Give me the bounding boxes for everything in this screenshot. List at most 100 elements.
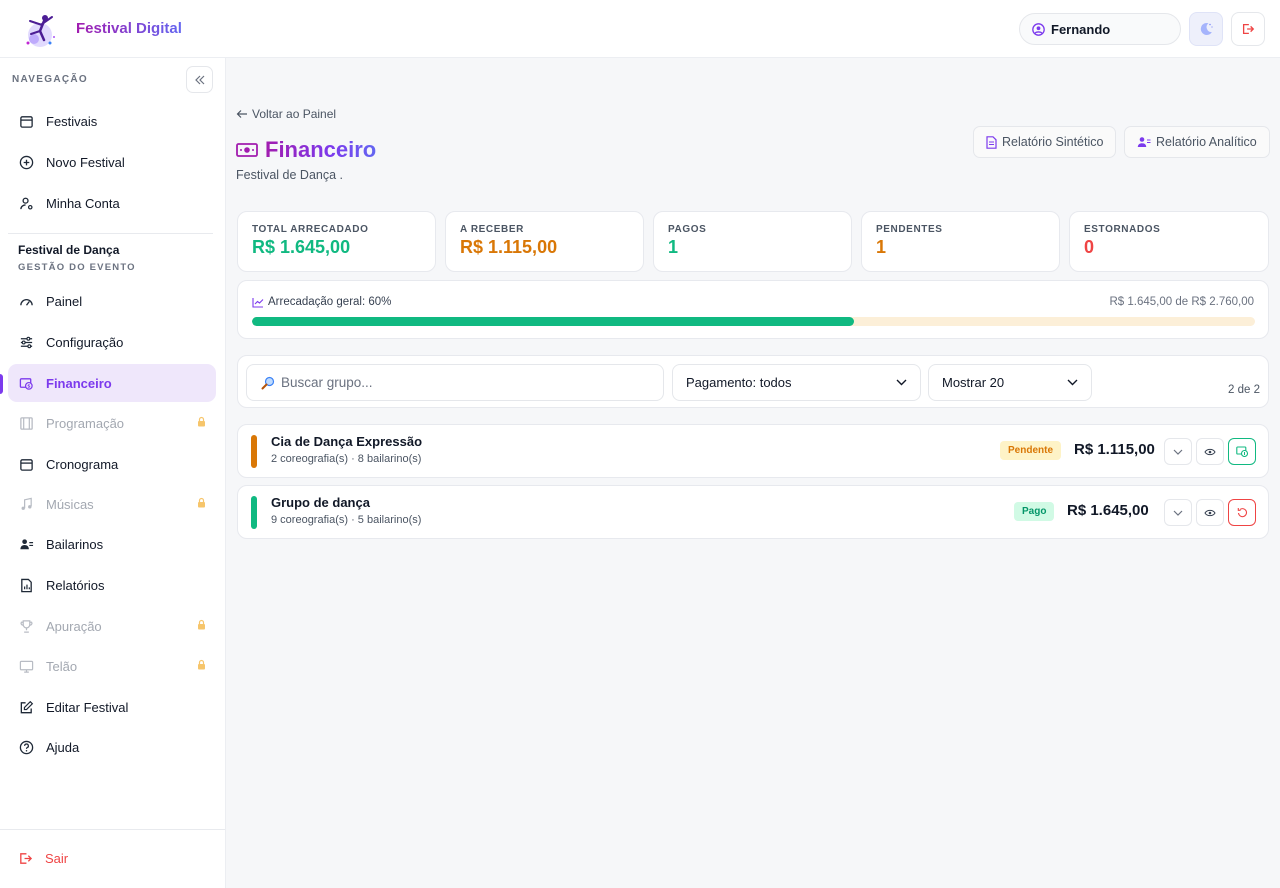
calendar-icon [18, 456, 34, 472]
sidebar-item-configuracao[interactable]: Configuração [8, 323, 216, 361]
music-note-icon [18, 496, 34, 512]
document-icon [986, 135, 997, 149]
theme-toggle-button[interactable] [1189, 12, 1223, 46]
sidebar-item-editar-festival[interactable]: Editar Festival [8, 688, 216, 726]
sidebar-item-ajuda[interactable]: Ajuda [8, 728, 216, 766]
stat-value: 1 [876, 237, 887, 257]
progress-track [252, 317, 1255, 326]
view-button[interactable] [1196, 438, 1224, 465]
arrow-left-icon [236, 109, 248, 119]
sidebar-item-label: Telão [46, 658, 78, 674]
sidebar: NAVEGAÇÃO Festivais Novo Festival Minha … [0, 58, 226, 888]
register-payment-button[interactable] [1228, 438, 1256, 465]
sidebar-item-apuracao[interactable]: Apuração [8, 607, 216, 645]
logout-icon [18, 851, 33, 866]
refund-button[interactable] [1228, 499, 1256, 526]
status-stripe [251, 435, 257, 468]
sidebar-item-label: Bailarinos [46, 536, 104, 552]
sidebar-item-relatorios[interactable]: Relatórios [8, 566, 216, 604]
expand-button[interactable] [1164, 438, 1192, 465]
stat-value: 1 [668, 237, 679, 257]
sidebar-item-musicas[interactable]: Músicas [8, 485, 216, 523]
stat-card-estornados: ESTORNADOS 0 [1069, 211, 1269, 272]
monitor-icon [18, 658, 34, 674]
pagination-count: 2 de 2 [1228, 384, 1260, 396]
stat-value: R$ 1.115,00 [460, 237, 558, 257]
expand-button[interactable] [1164, 499, 1192, 526]
collection-progress-card: Arrecadação geral: 60% R$ 1.645,00 de R$… [237, 280, 1269, 339]
sidebar-item-label: Minha Conta [46, 195, 120, 211]
sidebar-item-label: Relatórios [46, 577, 105, 593]
search-box[interactable] [246, 364, 664, 401]
main-content: Voltar ao Painel Financeiro Festival de … [227, 58, 1280, 888]
gauge-icon [18, 293, 34, 309]
payment-filter-value: Pagamento: todos [686, 375, 792, 390]
user-menu[interactable]: Fernando [1019, 13, 1181, 45]
group-name: Grupo de dança [271, 495, 370, 510]
report-analytic-button[interactable]: Relatório Analítico [1124, 126, 1270, 158]
group-row[interactable]: Grupo de dança 9 coreografia(s) · 5 bail… [237, 485, 1269, 539]
sidebar-item-telao[interactable]: Telão [8, 647, 216, 685]
logout-label: Sair [45, 850, 69, 866]
trophy-icon [18, 618, 34, 634]
sidebar-item-label: Editar Festival [46, 699, 129, 715]
film-icon [18, 415, 34, 431]
sidebar-item-cronograma[interactable]: Cronograma [8, 445, 216, 483]
chevron-down-icon [1067, 379, 1078, 386]
sidebar-item-minha-conta[interactable]: Minha Conta [8, 184, 216, 222]
user-gear-icon [18, 195, 34, 211]
active-indicator [0, 374, 3, 394]
sidebar-item-festivais[interactable]: Festivais [8, 102, 216, 140]
page-title-row: Financeiro [236, 137, 376, 163]
sidebar-item-painel[interactable]: Painel [8, 282, 216, 320]
sidebar-item-programacao[interactable]: Programação [8, 404, 216, 442]
report-synthetic-label: Relatório Sintético [1002, 135, 1104, 149]
payment-filter-select[interactable]: Pagamento: todos [672, 364, 921, 401]
sidebar-divider [8, 233, 213, 234]
users-icon [1137, 136, 1151, 148]
progress-label: Arrecadação geral: 60% [268, 296, 392, 308]
app-name: Festival Digital [76, 20, 182, 37]
group-name: Cia de Dança Expressão [271, 434, 423, 449]
group-meta: 9 coreografia(s) · 5 bailarino(s) [271, 514, 422, 526]
logout-button[interactable]: Sair [8, 839, 216, 877]
moon-icon [1198, 21, 1214, 37]
calendar-icon [18, 113, 34, 129]
group-amount: R$ 1.115,00 [1074, 441, 1155, 458]
sliders-icon [18, 334, 34, 350]
collapse-sidebar-button[interactable] [186, 66, 213, 93]
cash-icon [1235, 446, 1249, 457]
sidebar-item-label: Apuração [46, 618, 102, 634]
sidebar-item-label: Configuração [46, 334, 124, 350]
event-subtitle: GESTÃO DO EVENTO [18, 262, 136, 273]
sidebar-item-financeiro[interactable]: $ Financeiro [8, 364, 216, 402]
back-label: Voltar ao Painel [252, 107, 337, 121]
sidebar-item-novo-festival[interactable]: Novo Festival [8, 143, 216, 181]
trend-up-icon [252, 297, 264, 308]
chevrons-left-icon [194, 74, 206, 86]
progress-fill [252, 317, 854, 326]
top-bar: Festival Digital Fernando [0, 0, 1280, 58]
back-link[interactable]: Voltar ao Painel [236, 107, 336, 121]
brand[interactable]: Festival Digital [18, 7, 182, 51]
view-button[interactable] [1196, 499, 1224, 526]
progress-label-row: Arrecadação geral: 60% [252, 296, 391, 308]
logout-icon [1241, 22, 1255, 36]
sidebar-divider [0, 829, 225, 830]
search-input[interactable] [281, 375, 651, 390]
nav-heading: NAVEGAÇÃO [12, 74, 88, 85]
lock-icon [197, 497, 206, 508]
group-row[interactable]: Cia de Dança Expressão 2 coreografia(s) … [237, 424, 1269, 478]
sidebar-item-label: Programação [46, 415, 125, 431]
page-size-select[interactable]: Mostrar 20 [928, 364, 1092, 401]
logout-top-button[interactable] [1231, 12, 1265, 46]
sidebar-item-label: Músicas [46, 496, 94, 512]
sidebar-item-bailarinos[interactable]: Bailarinos [8, 525, 216, 563]
stat-card-a-receber: A RECEBER R$ 1.115,00 [445, 211, 644, 272]
report-synthetic-button[interactable]: Relatório Sintético [973, 126, 1117, 158]
report-icon [18, 577, 34, 593]
chevron-down-icon [896, 379, 907, 386]
stat-label: PENDENTES [876, 224, 943, 235]
stat-label: A RECEBER [460, 224, 524, 235]
stat-value: R$ 1.645,00 [252, 237, 351, 257]
